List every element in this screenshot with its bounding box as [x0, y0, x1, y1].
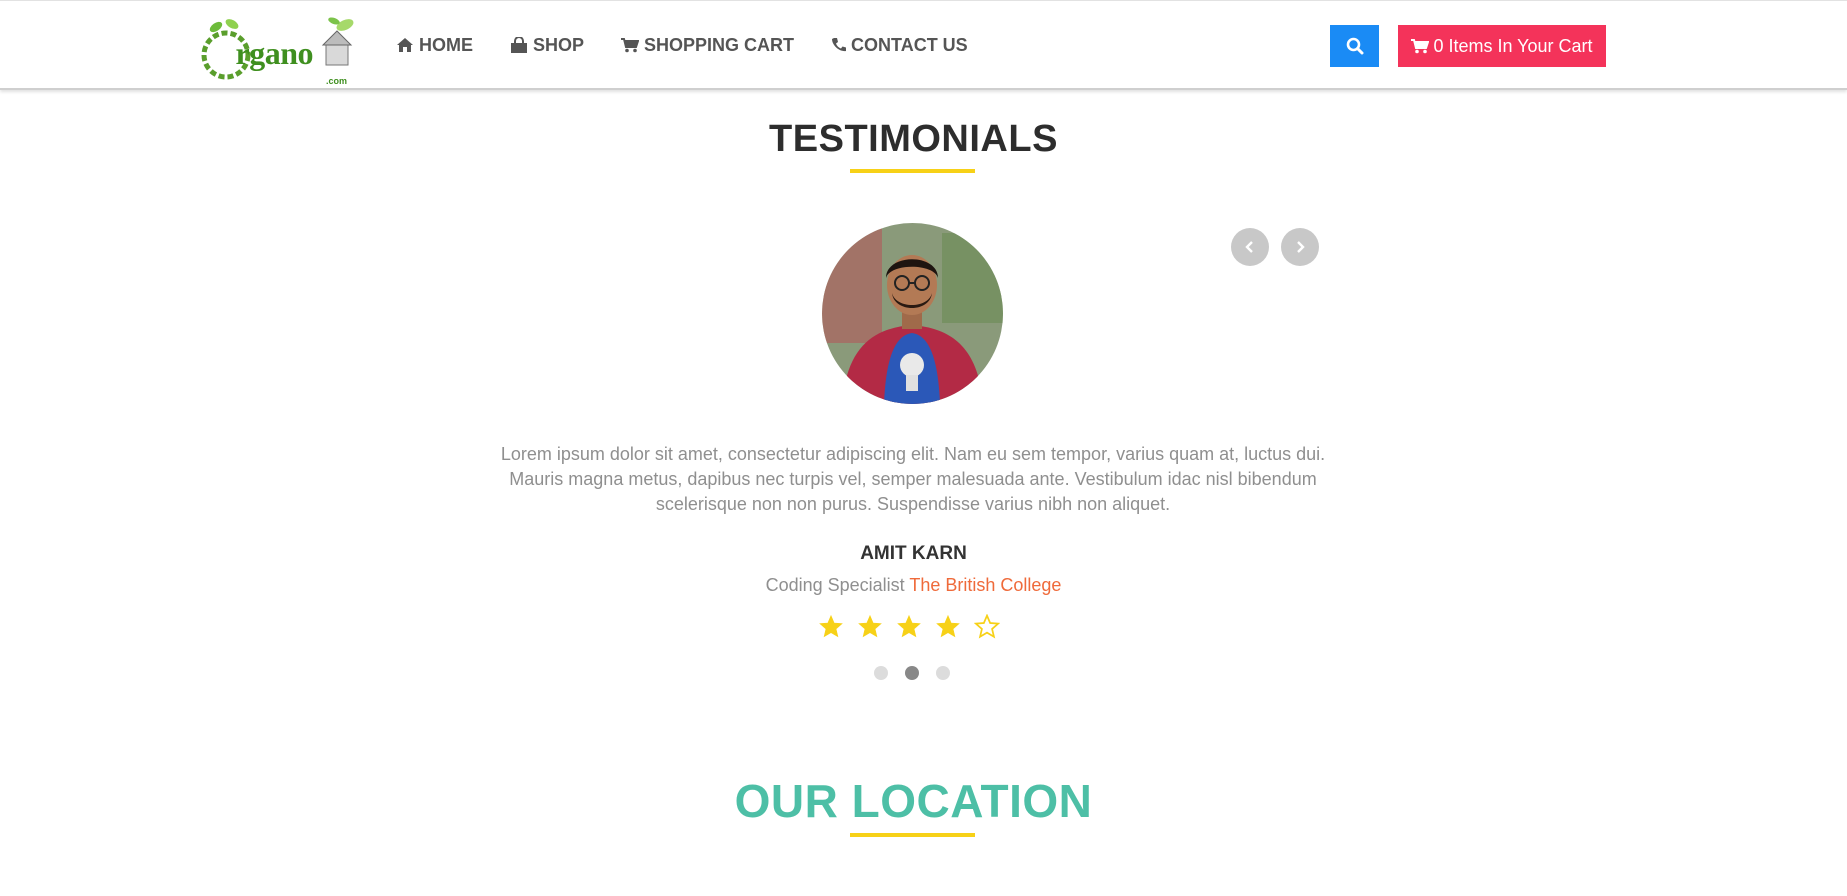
- avatar: [822, 223, 1003, 404]
- shopping-bag-icon: [511, 36, 527, 53]
- cart-icon: [621, 38, 640, 53]
- nav-shopping-cart-label: SHOPPING CART: [644, 34, 795, 55]
- site-header: Organo .com HOME SHOP SHOPPING CART: [0, 0, 1847, 90]
- cart-button[interactable]: 0 Items In Your Cart: [1398, 25, 1606, 67]
- nav-shop-label: SHOP: [533, 34, 585, 55]
- site-logo[interactable]: Organo .com: [198, 13, 360, 87]
- star-filled-icon: [819, 614, 843, 638]
- prev-slide-button[interactable]: [1231, 228, 1269, 266]
- testimonial-author: AMIT KARN: [860, 543, 967, 564]
- logo-text: rgano: [235, 35, 314, 71]
- nav-contact-us-label: CONTACT US: [851, 34, 968, 55]
- star-filled-icon: [936, 614, 960, 638]
- main-nav: HOME SHOP SHOPPING CART CONTACT US: [396, 33, 1005, 57]
- search-icon: [1346, 37, 1363, 55]
- chevron-left-icon: [1245, 241, 1253, 253]
- carousel-indicators: [874, 666, 950, 680]
- nav-shop[interactable]: SHOP: [510, 33, 584, 57]
- home-icon: [397, 38, 413, 52]
- carousel-dot[interactable]: [874, 666, 888, 680]
- logo-suffix: .com: [326, 76, 348, 86]
- chevron-right-icon: [1297, 241, 1305, 253]
- star-rating: [818, 614, 1000, 640]
- cart-button-label: 0 Items In Your Cart: [1433, 35, 1593, 56]
- testimonial-organization[interactable]: The British College: [909, 575, 1061, 595]
- search-button[interactable]: [1330, 25, 1379, 67]
- testimonial-quote: Lorem ipsum dolor sit amet, consectetur …: [500, 444, 1326, 514]
- location-title: OUR LOCATION: [734, 775, 1093, 827]
- nav-shopping-cart[interactable]: SHOPPING CART: [621, 33, 794, 57]
- cart-icon: [1411, 39, 1430, 54]
- testimonial-role-line: Coding Specialist The British College: [0, 575, 1827, 596]
- star-filled-icon: [897, 614, 921, 638]
- title-underline: [850, 169, 975, 173]
- star-empty-icon: [974, 614, 1000, 639]
- next-slide-button[interactable]: [1281, 228, 1319, 266]
- nav-contact-us[interactable]: CONTACT US: [831, 33, 968, 57]
- carousel-dot[interactable]: [936, 666, 950, 680]
- star-filled-icon: [858, 614, 882, 638]
- avatar-photo: [822, 223, 1003, 404]
- logo-wordmark: Organo: [198, 13, 317, 90]
- carousel-dot[interactable]: [905, 666, 919, 680]
- testimonial-role: Coding Specialist: [765, 575, 905, 595]
- testimonials-title: TESTIMONIALS: [769, 118, 1058, 160]
- nav-home[interactable]: HOME: [396, 33, 473, 57]
- location-title-underline: [850, 833, 975, 837]
- phone-icon: [832, 38, 847, 52]
- nav-home-label: HOME: [419, 34, 473, 55]
